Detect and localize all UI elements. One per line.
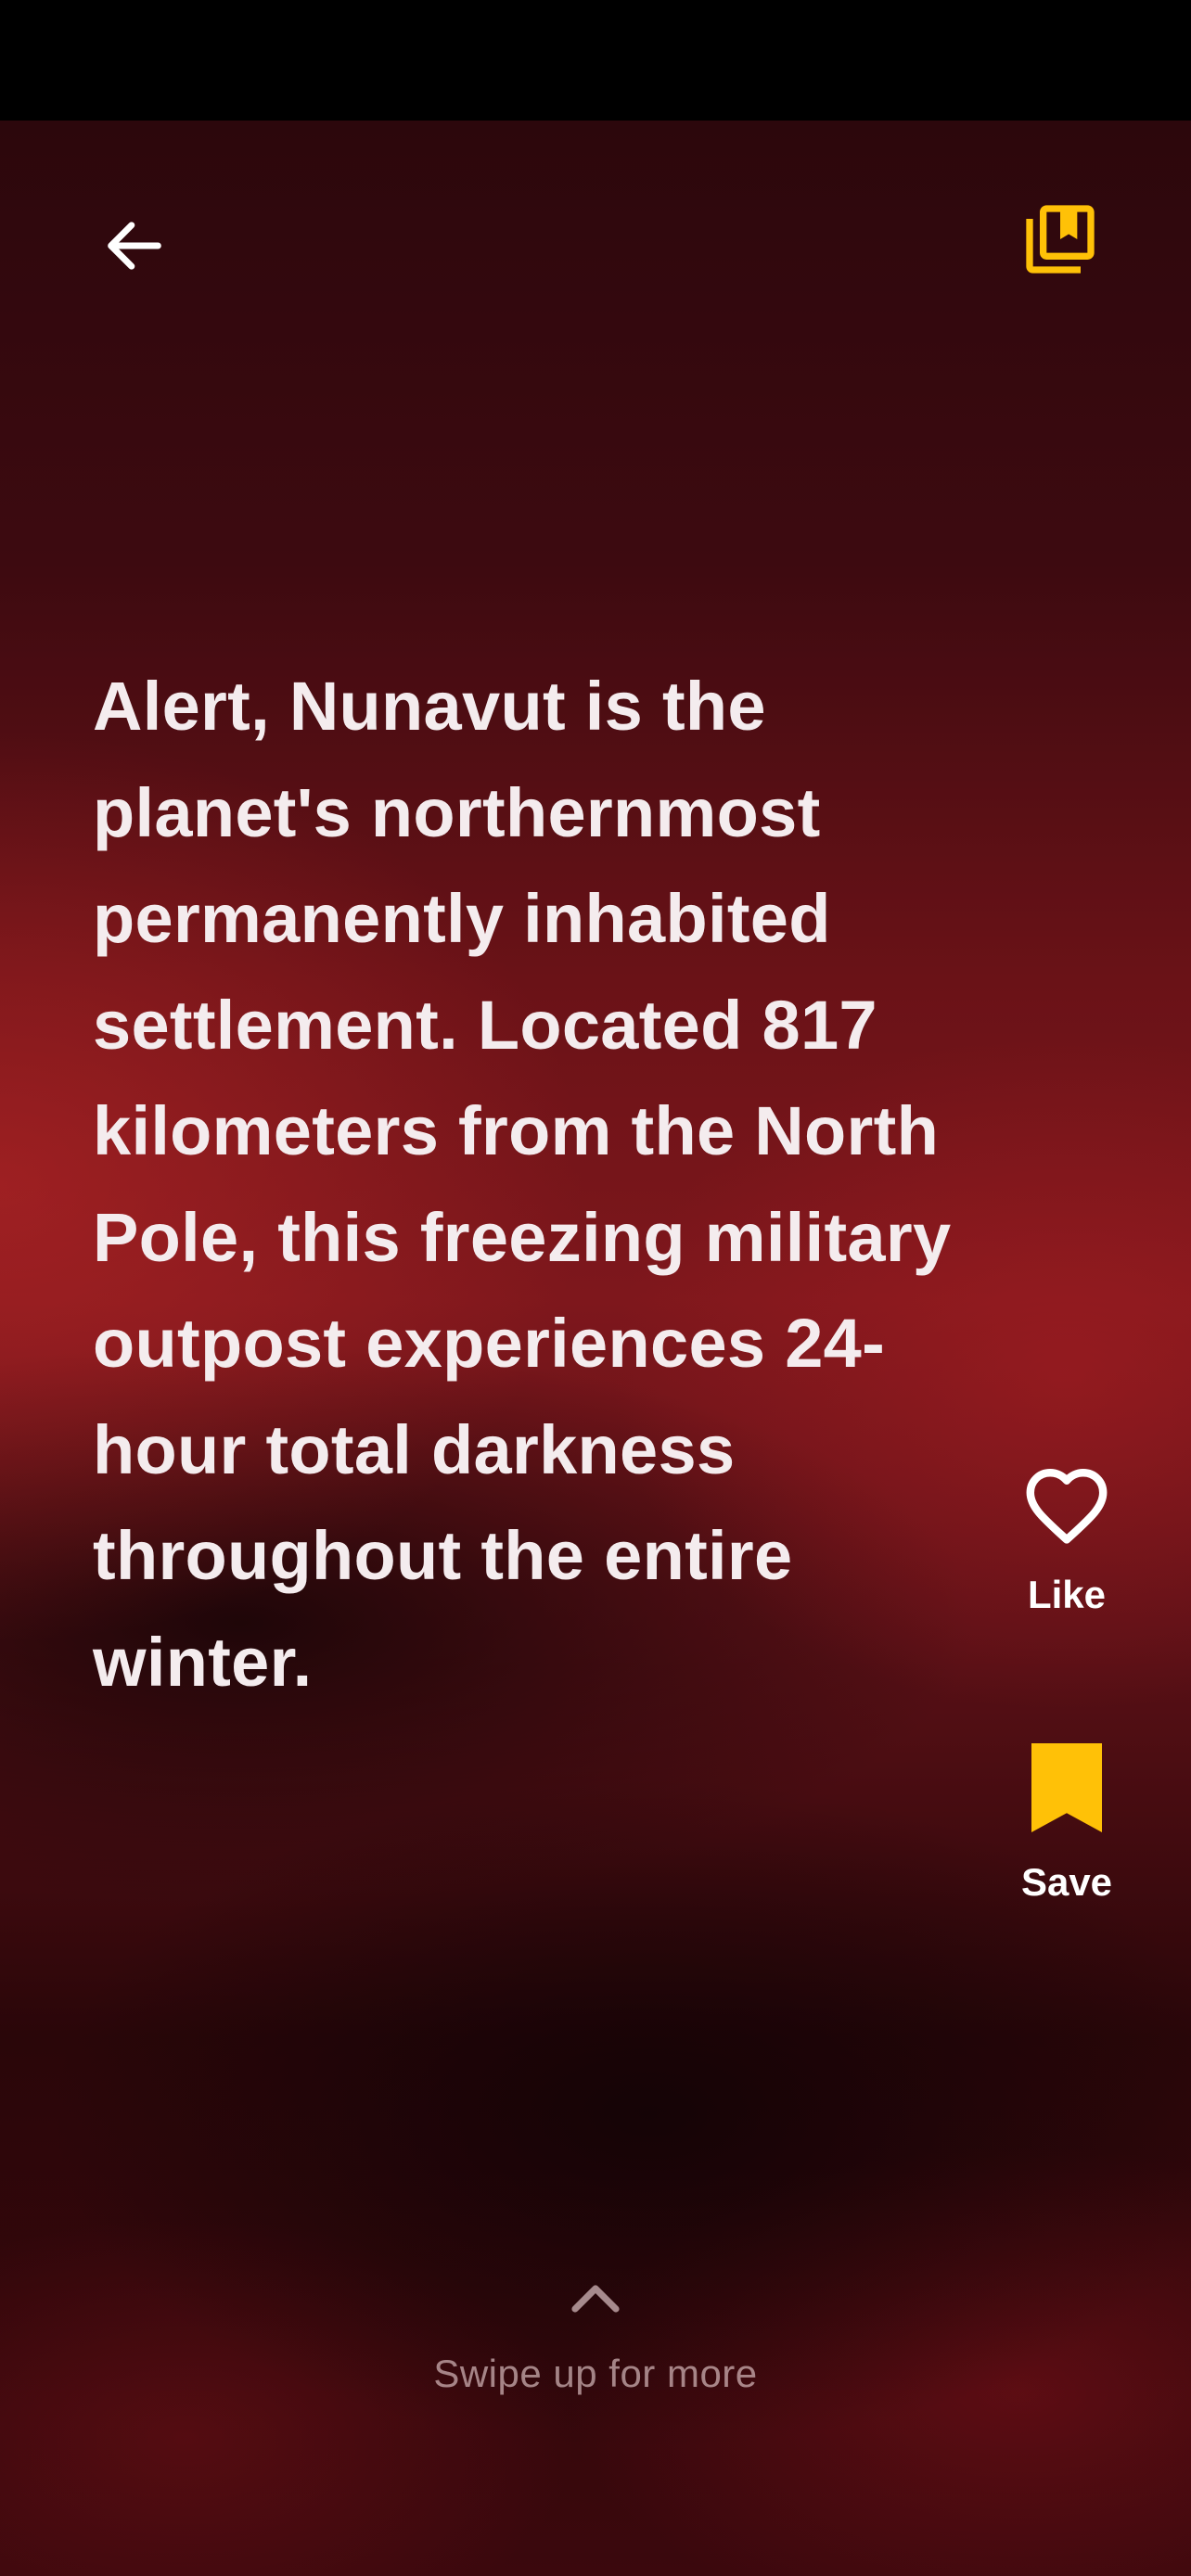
- status-bar: [0, 0, 1191, 121]
- like-button[interactable]: Like: [997, 1456, 1136, 1617]
- arrow-left-icon: [108, 222, 161, 270]
- back-button[interactable]: [83, 195, 186, 297]
- save-label: Save: [1020, 1860, 1113, 1904]
- bookmark-library-icon: [1025, 204, 1095, 274]
- bookmark-filled-icon: [1031, 1743, 1102, 1832]
- saved-library-button[interactable]: [1011, 190, 1108, 287]
- swipe-up-label: Swipe up for more: [433, 2352, 758, 2395]
- save-button[interactable]: Save: [997, 1743, 1136, 1905]
- swipe-up-hint[interactable]: Swipe up for more: [0, 2281, 1191, 2396]
- fact-screen: Alert, Nunavut is the planet's northernm…: [0, 0, 1191, 2576]
- heart-outline-icon: [1026, 1469, 1108, 1544]
- fact-text: Alert, Nunavut is the planet's northernm…: [93, 668, 952, 1701]
- like-label: Like: [1027, 1573, 1107, 1616]
- chevron-up-icon: [571, 2285, 620, 2313]
